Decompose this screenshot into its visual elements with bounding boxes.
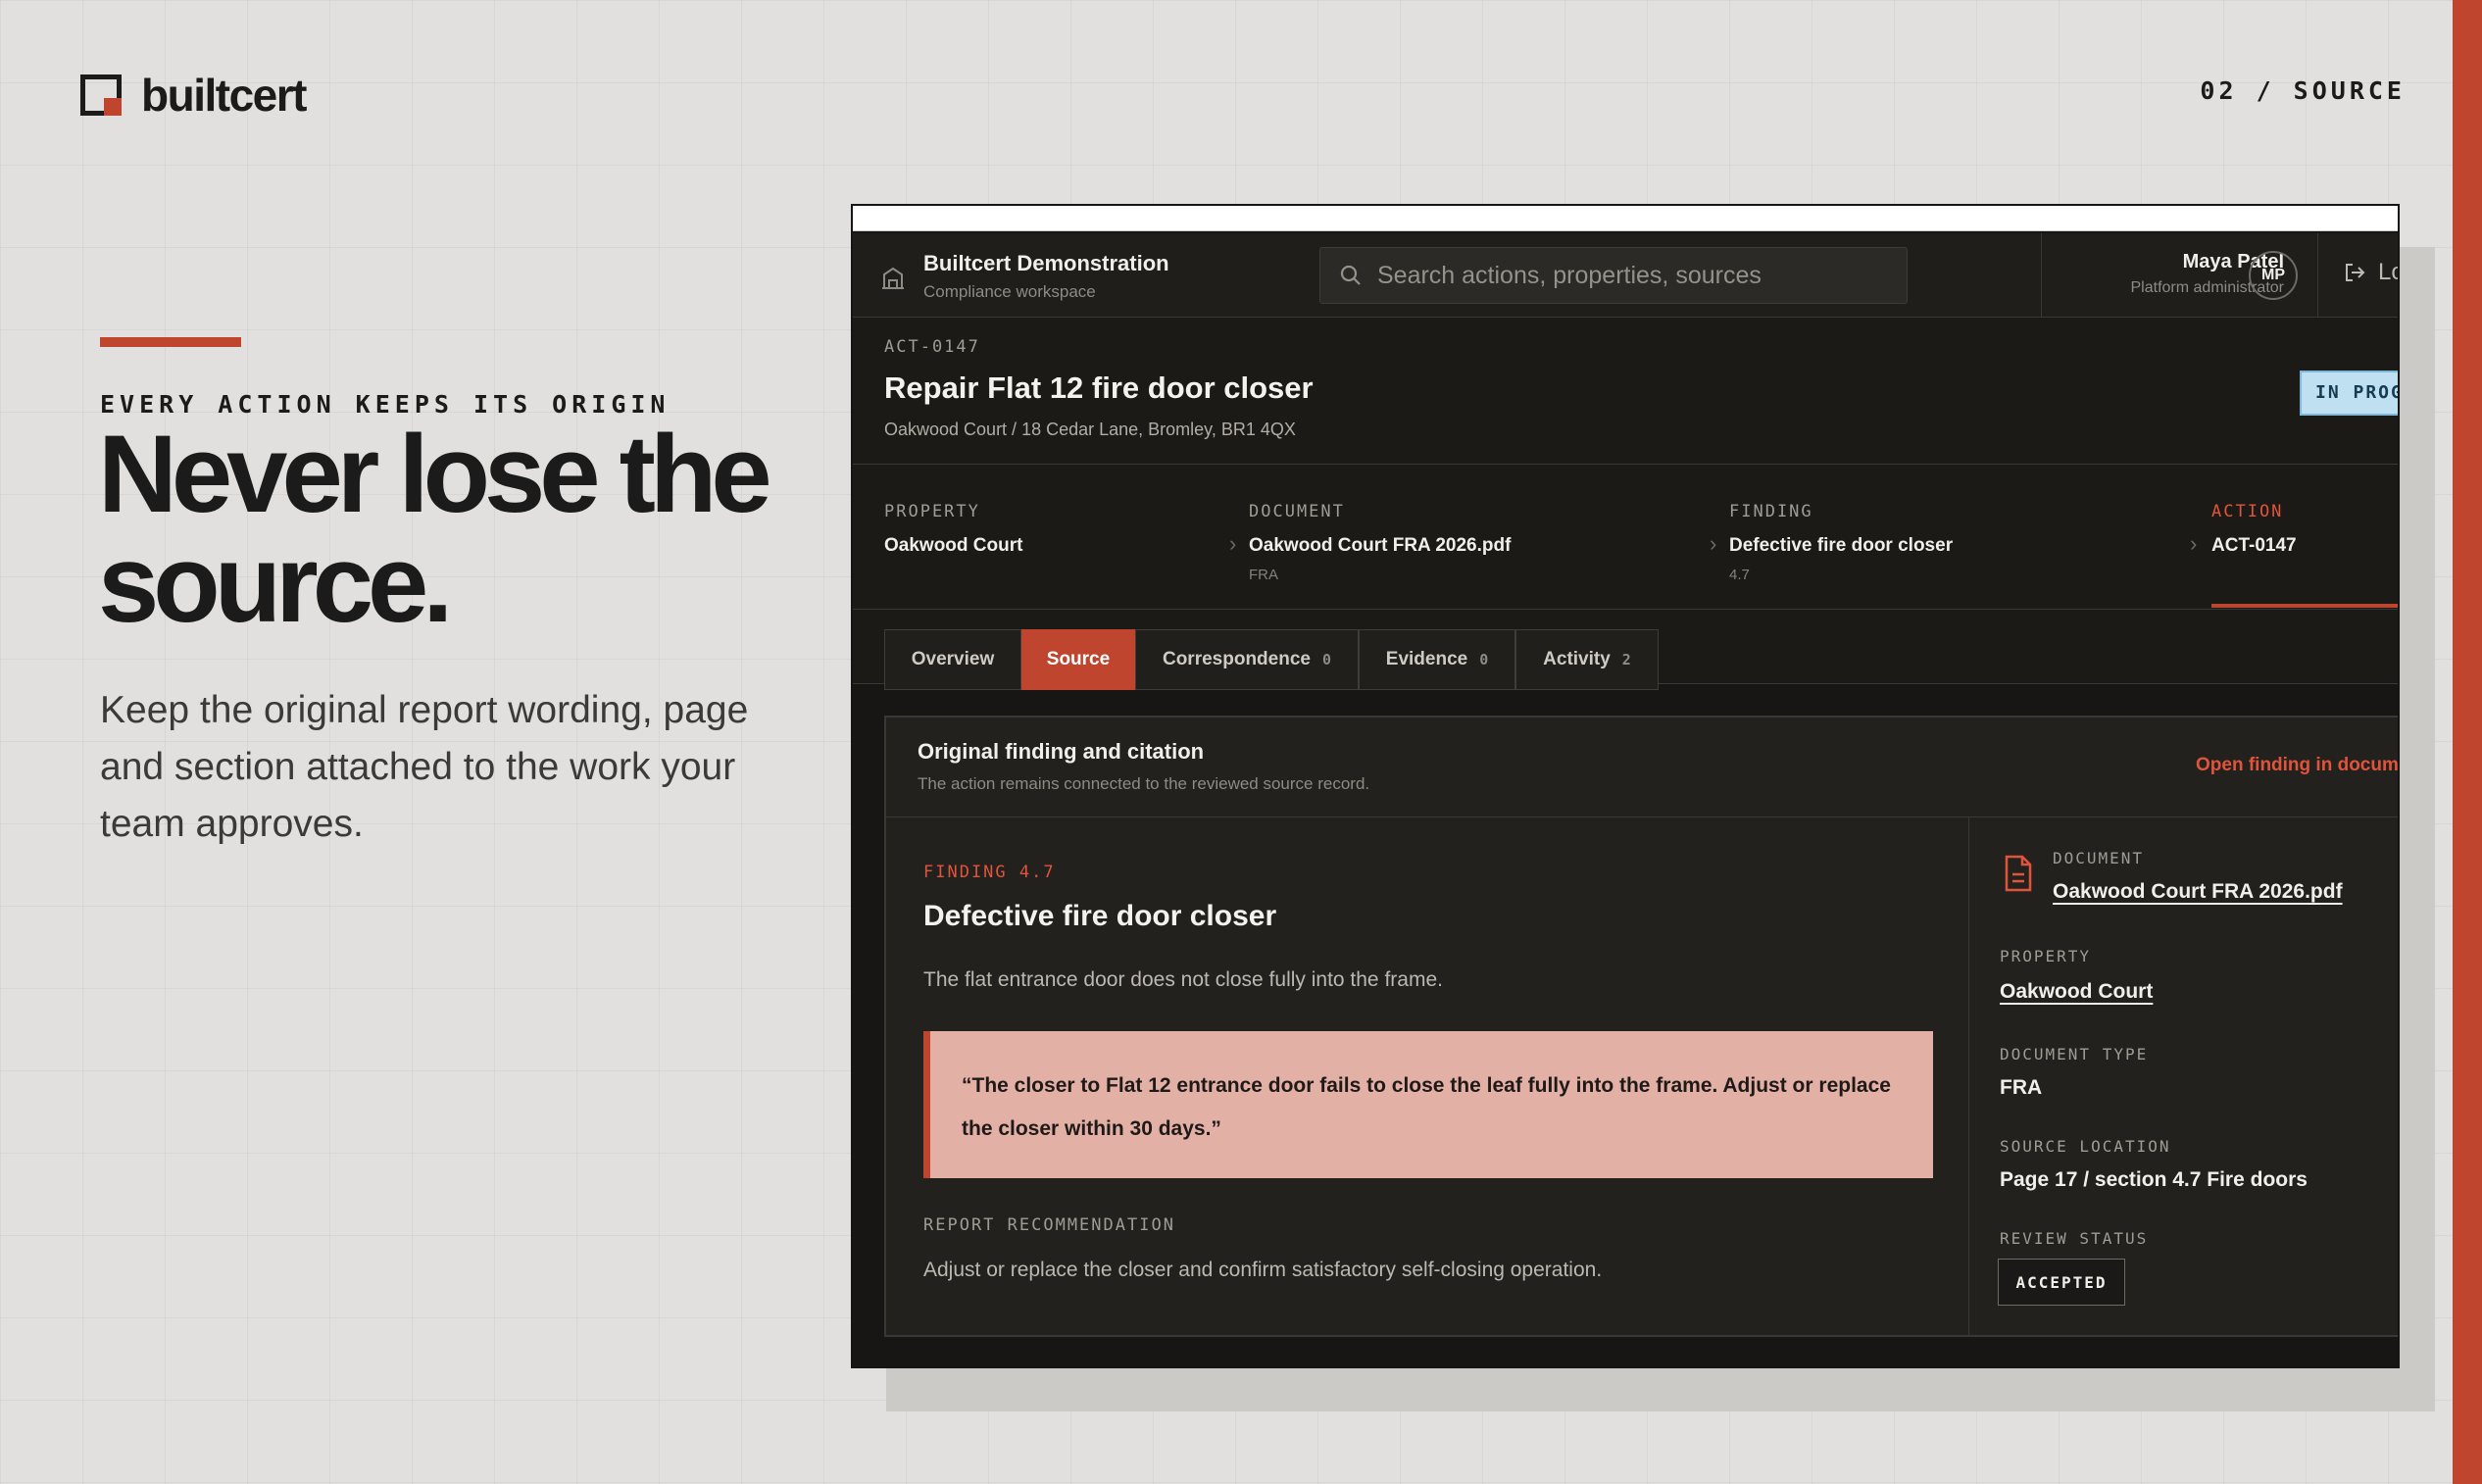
review-status-badge: ACCEPTED — [1998, 1259, 2125, 1306]
search-box — [1319, 247, 1908, 304]
brand-logo: builtcert — [80, 69, 307, 122]
source-breadcrumb: PROPERTY Oakwood Court › DOCUMENT Oakwoo… — [853, 465, 2398, 610]
property-link[interactable]: Oakwood Court — [2000, 980, 2153, 1004]
slide-index: 02 / SOURCE — [2200, 76, 2406, 105]
breadcrumb-value: ACT-0147 — [2211, 535, 2297, 556]
source-location-value: Page 17 / section 4.7 Fire doors — [2000, 1168, 2308, 1191]
action-header: ACT-0147 Repair Flat 12 fire door closer… — [853, 318, 2398, 465]
workspace-subtitle: Compliance workspace — [923, 282, 1096, 301]
tab-label: Activity — [1543, 649, 1611, 669]
finding-title: Defective fire door closer — [923, 900, 1277, 932]
finding-description: The flat entrance door does not close fu… — [923, 968, 1443, 991]
open-finding-link[interactable]: Open finding in docum — [2196, 755, 2398, 776]
panel-title: Original finding and citation — [918, 739, 1205, 764]
tab-activity[interactable]: Activity 2 — [1515, 629, 1659, 690]
breadcrumb-finding[interactable]: FINDING Defective fire door closer 4.7 — [1729, 502, 1953, 583]
builtcert-logo-icon — [80, 74, 122, 116]
breadcrumb-label: DOCUMENT — [1249, 502, 1345, 521]
chevron-right-icon: › — [1229, 531, 1237, 556]
breadcrumb-document[interactable]: DOCUMENT Oakwood Court FRA 2026.pdf FRA — [1249, 502, 1511, 583]
meta-doc-type-label: DOCUMENT TYPE — [2000, 1045, 2149, 1064]
action-id: ACT-0147 — [884, 337, 980, 357]
doc-type-value: FRA — [2000, 1076, 2043, 1099]
breadcrumb-value: Oakwood Court FRA 2026.pdf — [1249, 535, 1512, 556]
brand-name: builtcert — [141, 70, 307, 121]
tab-count: 0 — [1479, 651, 1489, 668]
avatar[interactable]: MP — [2249, 251, 2298, 300]
logout-label: Lo — [2378, 259, 2398, 285]
building-icon — [882, 267, 904, 289]
logout-icon — [2346, 264, 2365, 281]
status-badge: IN PROG — [2300, 371, 2398, 416]
topbar-divider — [2317, 233, 2318, 318]
panel-subtitle: The action remains connected to the revi… — [918, 774, 1370, 793]
meta-source-location-label: SOURCE LOCATION — [2000, 1137, 2171, 1156]
browser-chrome — [853, 206, 2398, 231]
document-icon — [2005, 855, 2032, 892]
top-bar: Builtcert Demonstration Compliance works… — [853, 233, 2398, 318]
tab-evidence[interactable]: Evidence 0 — [1359, 629, 1515, 690]
breadcrumb-action[interactable]: ACTION ACT-0147 — [2211, 502, 2297, 557]
tab-label: Source — [1046, 649, 1111, 669]
recommendation-label: REPORT RECOMMENDATION — [923, 1215, 1175, 1235]
breadcrumb-active-indicator — [2211, 604, 2398, 608]
tab-label: Evidence — [1385, 649, 1468, 669]
meta-review-status-label: REVIEW STATUS — [2000, 1229, 2149, 1248]
breadcrumb-sub: 4.7 — [1729, 567, 1750, 583]
breadcrumb-value: Defective fire door closer — [1729, 535, 1954, 556]
tab-bar: Overview Source Correspondence 0 Evidenc… — [853, 610, 2398, 690]
headline: Never lose the source. — [98, 420, 843, 639]
action-title: Repair Flat 12 fire door closer — [884, 371, 1314, 405]
right-accent-stripe — [2453, 0, 2482, 1484]
meta-document-label: DOCUMENT — [2053, 849, 2145, 867]
breadcrumb-value: Oakwood Court — [884, 535, 1023, 556]
breadcrumb-sub: FRA — [1249, 567, 1278, 583]
document-link[interactable]: Oakwood Court FRA 2026.pdf — [2053, 880, 2343, 904]
source-panel: Original finding and citation The action… — [884, 716, 2398, 1337]
lede: Keep the original report wording, page a… — [100, 689, 749, 845]
tab-overview[interactable]: Overview — [884, 629, 1021, 690]
topbar-divider — [2041, 233, 2042, 318]
meta-property-label: PROPERTY — [2000, 947, 2092, 965]
headline-line-1: Never lose the — [98, 413, 772, 535]
recommendation-text: Adjust or replace the closer and confirm… — [923, 1259, 1603, 1281]
breadcrumb-label: ACTION — [2211, 502, 2284, 521]
breadcrumb-property[interactable]: PROPERTY Oakwood Court — [884, 502, 1022, 557]
breadcrumb-label: FINDING — [1729, 502, 1813, 521]
tab-label: Overview — [911, 649, 995, 669]
tab-correspondence[interactable]: Correspondence 0 — [1135, 629, 1359, 690]
panel-divider — [1968, 817, 1969, 1335]
citation-quote: “The closer to Flat 12 entrance door fai… — [923, 1031, 1933, 1178]
app-window: Builtcert Demonstration Compliance works… — [851, 204, 2400, 1368]
headline-line-2: source. — [98, 522, 453, 645]
logout-button[interactable]: Lo — [2343, 259, 2398, 286]
tab-label: Correspondence — [1162, 649, 1311, 669]
chevron-right-icon: › — [2190, 531, 2198, 556]
search-input[interactable] — [1377, 261, 1887, 290]
tab-count: 2 — [1621, 651, 1631, 668]
breadcrumb-label: PROPERTY — [884, 502, 980, 521]
workspace-name: Builtcert Demonstration — [923, 251, 1169, 275]
tab-count: 0 — [1321, 651, 1331, 668]
finding-number: FINDING 4.7 — [923, 863, 1056, 882]
chevron-right-icon: › — [1710, 531, 1717, 556]
tab-source[interactable]: Source — [1021, 629, 1135, 690]
action-address: Oakwood Court / 18 Cedar Lane, Bromley, … — [884, 420, 1296, 439]
search-icon — [1340, 265, 1361, 285]
workspace-switcher[interactable]: Builtcert Demonstration Compliance works… — [880, 251, 1169, 302]
accent-rule — [100, 337, 241, 347]
panel-header: Original finding and citation The action… — [886, 717, 2398, 817]
